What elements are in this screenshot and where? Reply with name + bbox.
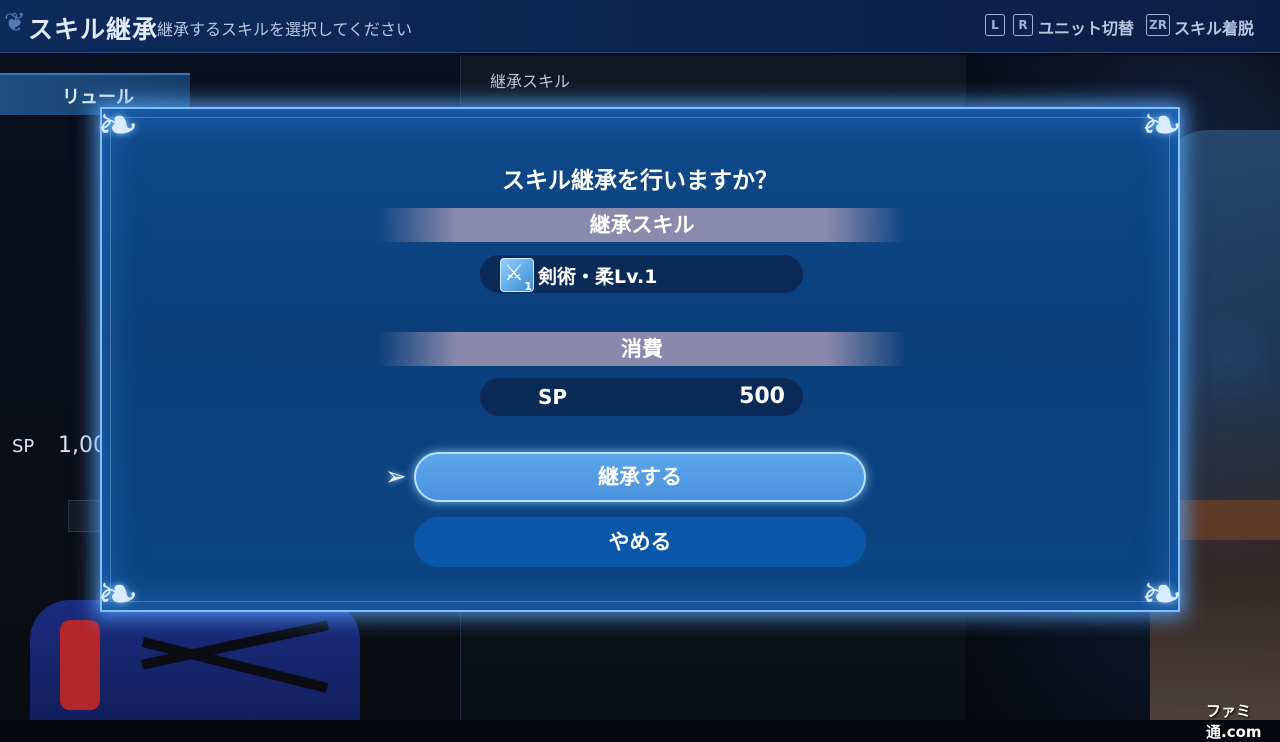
confirm-inherit-button[interactable]: 継承する bbox=[414, 452, 866, 502]
corner-ornament-icon: ❧ bbox=[1141, 565, 1183, 623]
cost-section-header: 消費 bbox=[378, 332, 906, 366]
sword-icon: ⚔ 1 bbox=[500, 258, 534, 293]
character-left-cape bbox=[60, 620, 100, 710]
cancel-button[interactable]: やめる bbox=[414, 517, 866, 567]
watermark: ファミ通.com bbox=[1206, 702, 1262, 741]
confirm-dialog: ❧ ❧ ❧ ❧ スキル継承を行いますか？ 継承スキル ⚔ 1 剣術・柔Lv.1 … bbox=[97, 96, 1183, 623]
l-button-icon[interactable]: L bbox=[985, 14, 1005, 36]
skill-equip-label: スキル着脱 bbox=[1174, 19, 1255, 38]
page-title: スキル継承 bbox=[28, 15, 159, 44]
zr-button-icon[interactable]: ZR bbox=[1146, 14, 1170, 36]
skill-name: 剣術・柔Lv.1 bbox=[538, 266, 658, 288]
sword-glyph: ⚔ bbox=[504, 261, 524, 286]
skill-icon-level: 1 bbox=[524, 280, 532, 293]
r-button-icon[interactable]: R bbox=[1013, 14, 1033, 36]
crest-icon: ❦ bbox=[4, 8, 26, 38]
unit-switch-label: ユニット切替 bbox=[1038, 19, 1135, 38]
corner-ornament-icon: ❧ bbox=[97, 96, 139, 154]
header-bar: ❦ スキル継承 継承するスキルを選択してください L R ユニット切替 ZR ス… bbox=[0, 0, 1280, 53]
corner-ornament-icon: ❧ bbox=[97, 565, 139, 623]
corner-ornament-icon: ❧ bbox=[1141, 96, 1183, 154]
selection-cursor-icon: ➢ bbox=[385, 462, 407, 492]
page-subtitle: 継承するスキルを選択してください bbox=[157, 20, 413, 39]
cost-row: SP 500 bbox=[480, 378, 803, 416]
sp-label: SP bbox=[12, 436, 35, 457]
cost-label: SP bbox=[538, 385, 568, 409]
cost-value: 500 bbox=[739, 384, 785, 409]
inherit-skill-panel-label: 継承スキル bbox=[490, 72, 571, 91]
dialog-title: スキル継承を行いますか？ bbox=[502, 168, 778, 194]
skill-row: ⚔ 1 剣術・柔Lv.1 bbox=[480, 255, 803, 293]
skill-section-header: 継承スキル bbox=[378, 208, 906, 242]
